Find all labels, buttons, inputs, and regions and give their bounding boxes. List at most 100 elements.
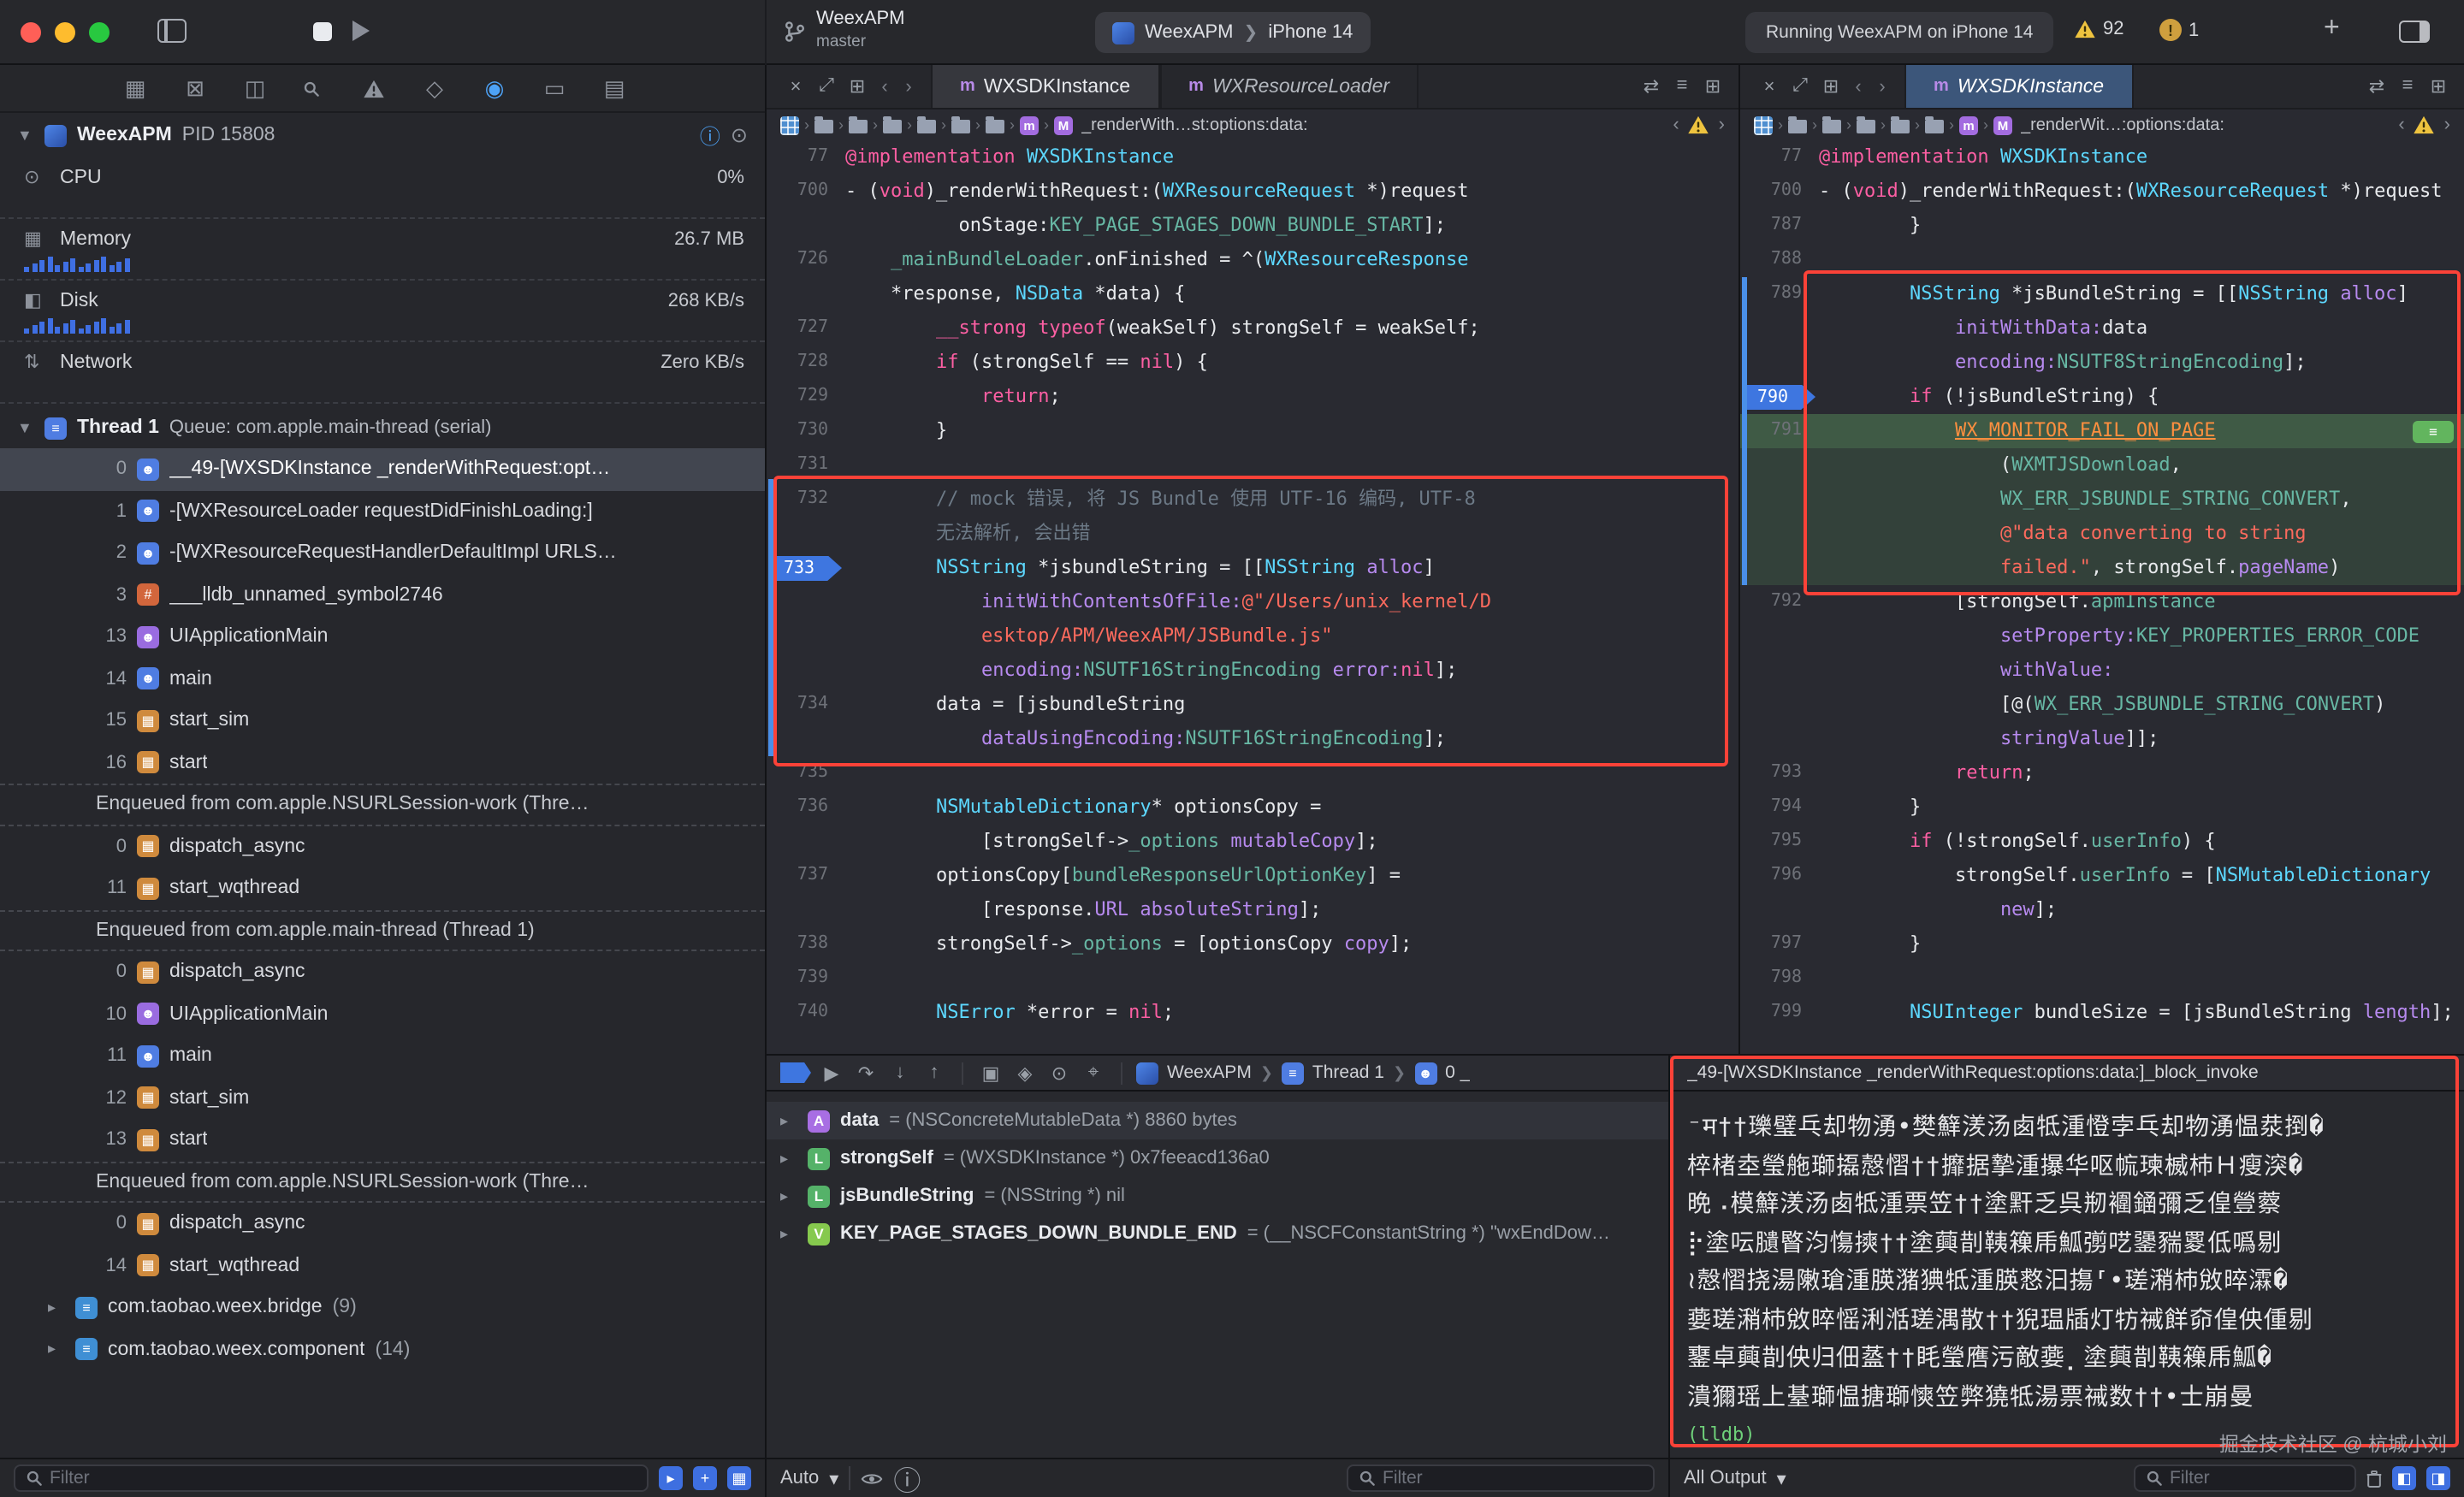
line-number[interactable]: 731 — [767, 448, 845, 482]
stack-frame-row[interactable]: 0▦dispatch_async — [0, 951, 765, 993]
objc-file-icon[interactable]: m — [1959, 115, 1978, 134]
disclosure-triangle-icon[interactable]: ▸ — [780, 1224, 797, 1243]
gauge-cpu[interactable]: ⊙CPU0% — [0, 157, 765, 219]
enqueued-from-row[interactable]: Enqueued from com.apple.main-thread (Thr… — [0, 909, 765, 951]
project-icon[interactable] — [1754, 115, 1773, 134]
scheme-selector[interactable]: WeexAPM ❯ iPhone 14 — [1095, 12, 1370, 53]
issue-navigator-icon[interactable] — [363, 78, 387, 98]
line-number[interactable] — [767, 585, 845, 619]
code-line[interactable]: (WXMTJSDownload, — [1740, 448, 2464, 482]
line-number[interactable]: 797 — [1740, 927, 1819, 962]
code-line[interactable]: 734 data = [jsbundleString — [767, 688, 1738, 722]
code-line[interactable]: 700- (void)_renderWithRequest:(WXResourc… — [767, 175, 1738, 209]
code-line[interactable]: 737 optionsCopy[bundleResponseUrlOptionK… — [767, 859, 1738, 893]
objc-file-icon[interactable]: m — [1020, 115, 1039, 134]
line-number[interactable]: 798 — [1740, 962, 1819, 996]
folder-icon[interactable] — [917, 120, 936, 133]
code-line[interactable]: 795 if (!strongSelf.userInfo) { — [1740, 825, 2464, 859]
gauge-mode-icon[interactable]: ⊙ — [731, 123, 748, 147]
line-number[interactable]: 732 — [767, 482, 845, 517]
code-line[interactable]: 739 — [767, 962, 1738, 996]
code-line[interactable]: 798 — [1740, 962, 2464, 996]
folder-icon[interactable] — [883, 120, 902, 133]
line-number[interactable] — [1740, 346, 1819, 380]
variable-row[interactable]: ▸VKEY_PAGE_STAGES_DOWN_BUNDLE_END= (__NS… — [767, 1215, 1668, 1252]
code-line[interactable]: dataUsingEncoding:NSUTF16StringEncoding]… — [767, 722, 1738, 756]
environment-overrides-icon[interactable]: ⊙ — [1045, 1062, 1073, 1084]
code-line[interactable]: onStage:KEY_PAGE_STAGES_DOWN_BUNDLE_STAR… — [767, 209, 1738, 243]
line-number[interactable]: 700 — [767, 175, 845, 209]
line-number[interactable]: 788 — [1740, 243, 1819, 277]
folder-icon[interactable] — [1822, 120, 1841, 133]
add-editor-icon[interactable]: ⊞ — [2423, 75, 2454, 98]
disclosure-triangle-icon[interactable]: ▼ — [17, 127, 34, 144]
code-review-icon[interactable]: ⇄ — [1636, 75, 1667, 98]
line-number[interactable]: 735 — [767, 756, 845, 790]
line-number[interactable]: 737 — [767, 859, 845, 893]
line-number[interactable]: 700 — [1740, 175, 1819, 209]
code-line[interactable]: 727 __strong typeof(weakSelf) strongSelf… — [767, 311, 1738, 346]
editor-options-icon[interactable]: ≡ — [1667, 75, 1697, 98]
tab-WXResourceLoader[interactable]: mWXResourceLoader — [1159, 65, 1419, 108]
code-line[interactable]: encoding:NSUTF8StringEncoding]; — [1740, 346, 2464, 380]
enqueued-from-row[interactable]: Enqueued from com.apple.NSURLSession-wor… — [0, 784, 765, 825]
go-forward-icon[interactable]: › — [897, 76, 921, 97]
console-scope-select[interactable]: All Output — [1684, 1468, 1767, 1488]
process-row[interactable]: ▼ WeexAPM PID 15808 ⓘ ⊙ — [0, 113, 765, 157]
clear-console-icon[interactable] — [2366, 1469, 2382, 1488]
code-line[interactable]: 731 — [767, 448, 1738, 482]
line-number[interactable]: 734 — [767, 688, 845, 722]
folder-icon[interactable] — [814, 120, 833, 133]
line-number[interactable] — [767, 654, 845, 688]
variables-filter-input[interactable] — [1383, 1468, 1643, 1488]
tab-WXSDKInstance[interactable]: mWXSDKInstance — [1904, 65, 2133, 108]
go-forward-icon[interactable]: › — [1870, 76, 1894, 97]
filter-breakpoints-icon[interactable]: ▸ — [659, 1466, 683, 1490]
previous-issue-icon[interactable]: ‹ — [1673, 115, 1679, 135]
code-line[interactable]: WX_ERR_JSBUNDLE_STRING_CONVERT, — [1740, 482, 2464, 517]
source-control-navigator-icon[interactable]: ⊠ — [183, 74, 207, 102]
enter-fullscreen-icon[interactable]: ⤢ — [1785, 75, 1815, 98]
variable-row[interactable]: ▸LjsBundleString= (NSString *) nil — [767, 1177, 1668, 1215]
code-line[interactable]: 728 if (strongSelf == nil) { — [767, 346, 1738, 380]
simulate-location-icon[interactable]: ⌖ — [1080, 1062, 1107, 1084]
breakpoints-toggle-icon[interactable] — [780, 1062, 811, 1083]
find-navigator-icon[interactable] — [303, 80, 327, 97]
line-number[interactable]: 795 — [1740, 825, 1819, 859]
minimize-window-button[interactable] — [55, 22, 75, 43]
stack-frame-row[interactable]: 15▦start_sim — [0, 700, 765, 742]
debug-navigator-icon[interactable]: ◉ — [483, 74, 506, 102]
stack-frame-row[interactable]: 2☻-[WXResourceRequestHandlerDefaultImpl … — [0, 532, 765, 574]
stack-frame-row[interactable]: 11▦start_wqthread — [0, 867, 765, 909]
report-navigator-icon[interactable]: ▤ — [602, 74, 626, 102]
close-window-button[interactable] — [21, 22, 41, 43]
source-code-area[interactable]: 77@implementation WXSDKInstance700- (voi… — [1740, 140, 2464, 1054]
filter-crashed-threads-icon[interactable]: + — [693, 1466, 717, 1490]
code-line[interactable]: encoding:NSUTF16StringEncoding error:nil… — [767, 654, 1738, 688]
code-review-icon[interactable]: ⇄ — [2361, 75, 2392, 98]
line-number[interactable] — [1740, 311, 1819, 346]
code-line[interactable]: stringValue]]; — [1740, 722, 2464, 756]
disclosure-triangle-icon[interactable]: ▸ — [780, 1149, 797, 1168]
variables-scope-select[interactable]: Auto — [780, 1468, 819, 1488]
code-line[interactable]: 791 WX_MONITOR_FAIL_ON_PAGE≡ — [1740, 414, 2464, 448]
line-number[interactable]: 736 — [767, 790, 845, 825]
code-line[interactable]: 729 return; — [767, 380, 1738, 414]
debug-thread-name[interactable]: Thread 1 — [1312, 1062, 1384, 1083]
warning-count-badge[interactable]: 92 — [2074, 19, 2124, 39]
line-number[interactable]: 791 — [1740, 414, 1819, 448]
stack-frame-row[interactable]: 14☻main — [0, 658, 765, 700]
code-line[interactable]: 730 } — [767, 414, 1738, 448]
continue-execution-icon[interactable]: ▶ — [818, 1062, 845, 1084]
line-number[interactable]: 728 — [767, 346, 845, 380]
line-number[interactable] — [1740, 722, 1819, 756]
run-button[interactable] — [352, 21, 370, 41]
line-number[interactable]: 738 — [767, 927, 845, 962]
line-number[interactable]: 727 — [767, 311, 845, 346]
stack-frame-row[interactable]: 1☻-[WXResourceLoader requestDidFinishLoa… — [0, 490, 765, 532]
line-number[interactable] — [1740, 654, 1819, 688]
lldb-prompt[interactable]: (lldb) — [1687, 1423, 1756, 1446]
toggle-inspector-icon[interactable] — [2399, 21, 2430, 43]
code-line[interactable]: 735 — [767, 756, 1738, 790]
code-line[interactable]: 787 } — [1740, 209, 2464, 243]
